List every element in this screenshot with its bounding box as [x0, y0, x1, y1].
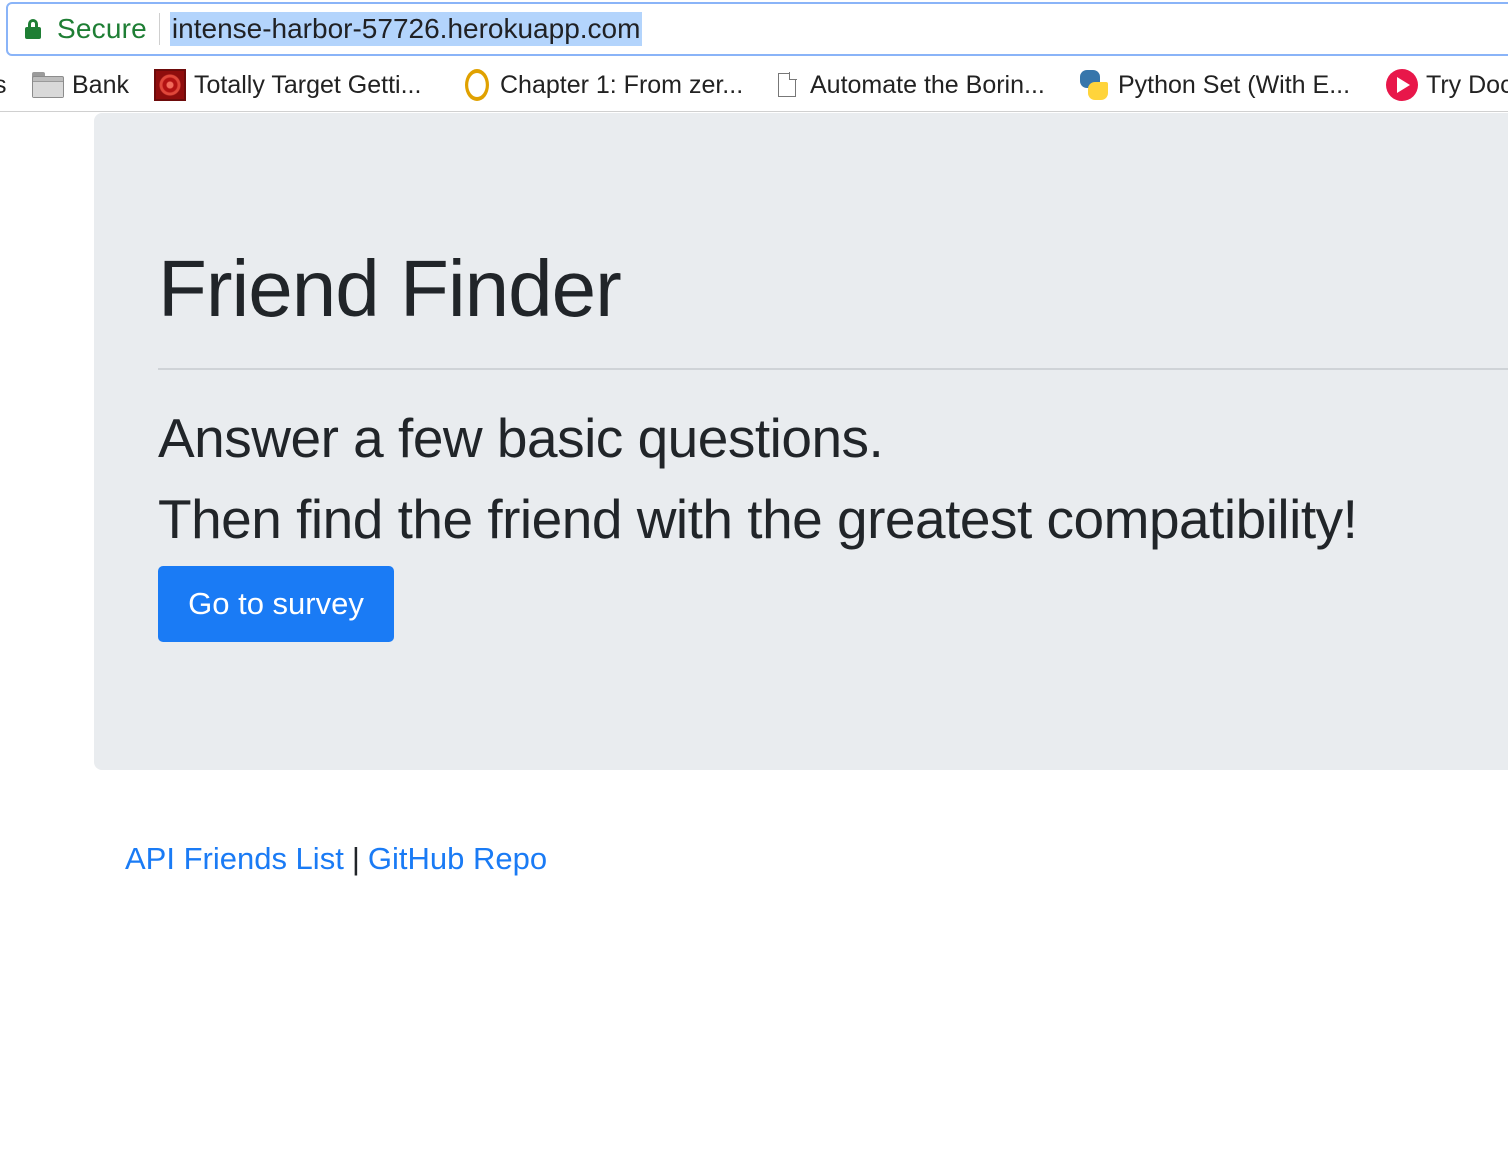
lead-text-line-1: Answer a few basic questions. [158, 407, 884, 469]
bookmark-label: Python Set (With E... [1118, 70, 1351, 99]
bookmark-label: Bank [72, 70, 129, 99]
address-bar-divider [158, 13, 160, 45]
folder-icon [32, 72, 64, 98]
jumbotron: Friend Finder Answer a few basic questio… [94, 113, 1508, 770]
api-friends-list-link[interactable]: API Friends List [125, 841, 344, 876]
play-favicon-icon [1386, 69, 1418, 101]
bookmark-try-doc[interactable]: Try Doc [1386, 60, 1508, 110]
python-favicon-icon [1078, 69, 1110, 101]
lead-text-line-2: Then find the friend with the greatest c… [158, 488, 1358, 550]
bookmark-totally-target[interactable]: Totally Target Getti... [154, 60, 421, 110]
github-repo-link[interactable]: GitHub Repo [368, 841, 547, 876]
bookmark-label: Automate the Borin... [810, 70, 1045, 99]
bookmark-label: Totally Target Getti... [194, 70, 422, 99]
go-to-survey-button[interactable]: Go to survey [158, 566, 394, 642]
url-text[interactable]: intense-harbor-57726.herokuapp.com [169, 12, 643, 46]
bookmark-label: s [0, 71, 7, 100]
oreilly-favicon-icon [465, 69, 489, 101]
lock-icon[interactable] [25, 19, 41, 39]
link-separator: | [351, 841, 360, 876]
bookmark-truncated[interactable]: s [0, 60, 7, 110]
bookmark-automate[interactable]: Automate the Borin... [778, 60, 1045, 110]
bookmark-label: Chapter 1: From zer... [500, 70, 744, 99]
bookmark-chapter-1[interactable]: Chapter 1: From zer... [462, 60, 743, 110]
target-favicon-icon [154, 69, 186, 101]
security-label[interactable]: Secure [57, 13, 147, 45]
page-title: Friend Finder [158, 244, 622, 333]
bookmark-bank[interactable]: Bank [32, 60, 129, 110]
bookmarks-bar: s Bank Totally Target Getti... Chapter 1… [0, 60, 1508, 112]
address-bar[interactable]: Secure intense-harbor-57726.herokuapp.co… [6, 2, 1508, 56]
bookmark-python-set[interactable]: Python Set (With E... [1078, 60, 1350, 110]
browser-toolbar: Secure intense-harbor-57726.herokuapp.co… [0, 0, 1508, 60]
footer-links: API Friends List | GitHub Repo [125, 838, 547, 880]
divider [158, 368, 1508, 370]
document-icon [778, 72, 797, 97]
bookmark-label: Try Doc [1426, 70, 1508, 99]
